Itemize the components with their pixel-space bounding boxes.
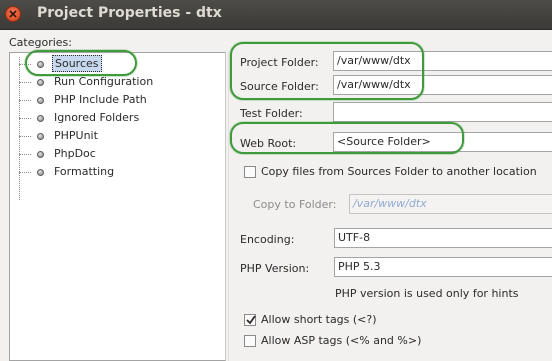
tree-node-bullet-icon <box>37 133 44 140</box>
panel-divider <box>228 52 229 361</box>
tree-node-bullet-icon <box>37 115 44 122</box>
categories-label: Categories: <box>9 36 72 49</box>
tree-item-label: PHP Include Path <box>54 93 147 106</box>
close-icon <box>9 10 17 18</box>
copy-to-folder-field: /var/www/dtx <box>349 194 552 214</box>
tree-item-label: Formatting <box>54 165 115 178</box>
window-title: Project Properties - dtx <box>37 5 222 21</box>
encoding-select[interactable]: UTF-8 <box>334 228 552 248</box>
tree-node-bullet-icon <box>37 169 44 176</box>
short-tags-checkbox[interactable] <box>244 314 256 326</box>
categories-tree[interactable]: Sources Run Configuration PHP Include Pa… <box>9 52 226 361</box>
tree-node-bullet-icon <box>37 79 44 86</box>
tree-branch <box>19 118 31 119</box>
copy-to-folder-label: Copy to Folder: <box>253 198 337 211</box>
tree-node-bullet-icon <box>37 151 44 158</box>
checkmark-icon <box>246 315 256 325</box>
tree-item-label: PhpDoc <box>54 147 96 160</box>
dialog-content: Categories: Sources Run Configuration PH… <box>0 30 552 361</box>
close-button[interactable] <box>5 6 21 22</box>
sources-highlight-outline <box>25 50 137 76</box>
asp-tags-label: Allow ASP tags (<% and %>) <box>261 334 422 347</box>
short-tags-label: Allow short tags (<?) <box>261 313 377 326</box>
tree-item-label: Run Configuration <box>54 75 154 88</box>
tree-item-label: PHPUnit <box>54 129 98 142</box>
php-version-select[interactable]: PHP 5.3 <box>334 257 552 277</box>
tree-node-bullet-icon <box>37 97 44 104</box>
tree-branch <box>19 172 31 173</box>
tree-branch <box>19 154 31 155</box>
folders-highlight-outline <box>230 42 424 100</box>
title-bar: Project Properties - dtx <box>0 0 552 30</box>
copy-files-label: Copy files from Sources Folder to anothe… <box>261 165 537 178</box>
test-folder-label: Test Folder: <box>240 107 303 120</box>
test-folder-field[interactable] <box>333 102 552 122</box>
tree-connector-line <box>19 57 20 200</box>
php-version-label: PHP Version: <box>240 262 310 275</box>
tree-branch <box>19 82 31 83</box>
tree-item-label: Ignored Folders <box>54 111 140 124</box>
php-version-hint: PHP version is used only for hints <box>335 287 519 300</box>
asp-tags-checkbox[interactable] <box>244 335 256 347</box>
encoding-label: Encoding: <box>240 233 295 246</box>
copy-files-checkbox[interactable] <box>244 166 256 178</box>
tree-branch <box>19 100 31 101</box>
web-root-highlight-outline <box>230 122 464 154</box>
tree-branch <box>19 136 31 137</box>
